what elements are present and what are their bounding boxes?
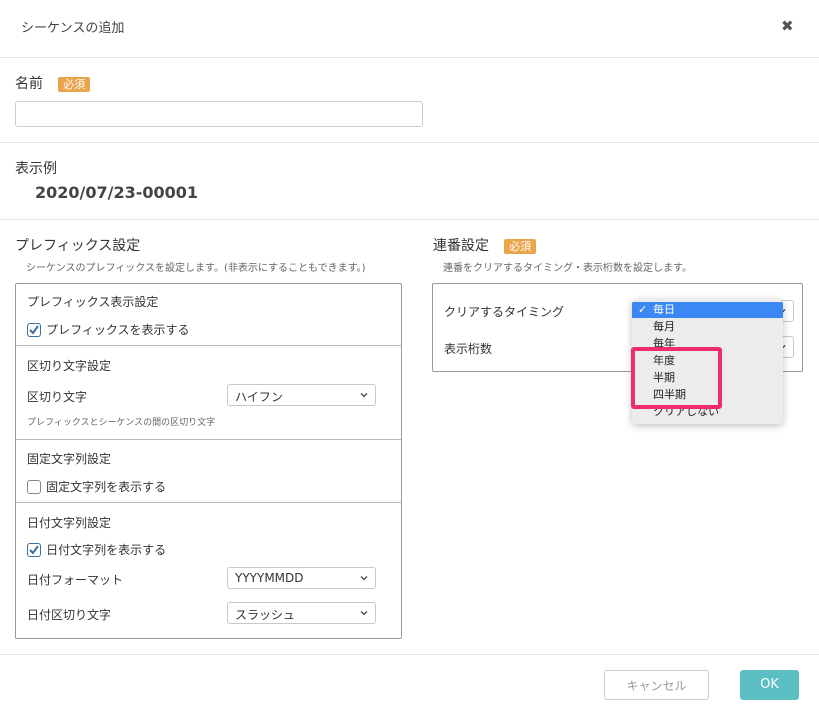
- date-separator-select[interactable]: スラッシュ: [227, 602, 376, 624]
- separator-select-value: ハイフン: [235, 390, 284, 404]
- date-string-checkbox-label: 日付文字列を表示する: [46, 543, 167, 557]
- name-field-header: 名前 必須: [15, 73, 91, 93]
- name-label: 名前: [15, 76, 43, 92]
- prefix-section-description: シーケンスのプレフィックスを設定します。(非表示にすることもできます。): [26, 263, 366, 274]
- clear-timing-label: クリアするタイミング: [444, 305, 565, 319]
- separator-title: 区切り文字設定: [27, 359, 112, 373]
- close-icon[interactable]: ✖: [781, 17, 794, 35]
- date-string-checkbox[interactable]: 日付文字列を表示する: [27, 539, 166, 558]
- checkbox-checked-icon[interactable]: [27, 542, 41, 557]
- divider: [0, 57, 819, 58]
- example-label: 表示例: [15, 161, 57, 177]
- dropdown-option-monthly[interactable]: 毎月: [632, 319, 783, 335]
- date-format-select-value: YYYYMMDD: [235, 571, 304, 585]
- fixed-string-title: 固定文字列設定: [27, 452, 112, 466]
- highlight-annotation: [631, 347, 722, 409]
- dialog-title: シーケンスの追加: [21, 21, 125, 36]
- checkbox-unchecked-icon[interactable]: [27, 479, 41, 494]
- date-format-label: 日付フォーマット: [27, 573, 124, 587]
- chevron-down-icon: [360, 393, 368, 398]
- prefix-section-title: プレフィックス設定: [15, 238, 141, 254]
- checkbox-checked-icon[interactable]: [27, 322, 41, 337]
- divider: [16, 502, 401, 503]
- date-separator-label: 日付区切り文字: [27, 608, 112, 622]
- date-format-select[interactable]: YYYYMMDD: [227, 567, 376, 589]
- prefix-display-checkbox[interactable]: プレフィックスを表示する: [27, 319, 190, 338]
- cancel-button[interactable]: キャンセル: [604, 670, 709, 700]
- prefix-display-checkbox-label: プレフィックスを表示する: [46, 323, 190, 337]
- dropdown-option-daily[interactable]: ✓ 毎日: [632, 302, 783, 318]
- serial-section-title: 連番設定: [433, 238, 489, 254]
- dropdown-option-label: 毎日: [653, 303, 675, 316]
- separator-select[interactable]: ハイフン: [227, 384, 376, 406]
- example-value: 2020/07/23-00001: [35, 183, 199, 202]
- ok-button[interactable]: OK: [740, 670, 799, 700]
- separator-field-label: 区切り文字: [27, 390, 88, 404]
- dropdown-option-label: 毎月: [653, 320, 675, 333]
- divider: [0, 142, 819, 143]
- required-badge: 必須: [58, 77, 91, 92]
- serial-section-header: 連番設定 必須: [433, 235, 537, 255]
- name-input[interactable]: [15, 101, 423, 127]
- divider: [16, 345, 401, 346]
- chevron-down-icon: [360, 576, 368, 581]
- digits-label: 表示桁数: [444, 342, 493, 356]
- serial-section-description: 連番をクリアするタイミング・表示桁数を設定します。: [443, 263, 692, 274]
- fixed-string-checkbox[interactable]: 固定文字列を表示する: [27, 476, 166, 495]
- checkmark-icon: ✓: [638, 303, 648, 316]
- prefix-display-title: プレフィックス表示設定: [27, 295, 159, 309]
- divider: [0, 219, 819, 220]
- separator-hint: プレフィックスとシーケンスの間の区切り文字: [27, 418, 216, 428]
- date-separator-select-value: スラッシュ: [235, 608, 296, 622]
- required-badge: 必須: [504, 239, 537, 254]
- date-string-title: 日付文字列設定: [27, 516, 112, 530]
- chevron-down-icon: [360, 611, 368, 616]
- prefix-settings-box: プレフィックス表示設定 プレフィックスを表示する 区切り文字設定 区切り文字 ハ…: [15, 283, 402, 639]
- divider: [16, 439, 401, 440]
- fixed-string-checkbox-label: 固定文字列を表示する: [46, 480, 167, 494]
- divider: [0, 654, 819, 655]
